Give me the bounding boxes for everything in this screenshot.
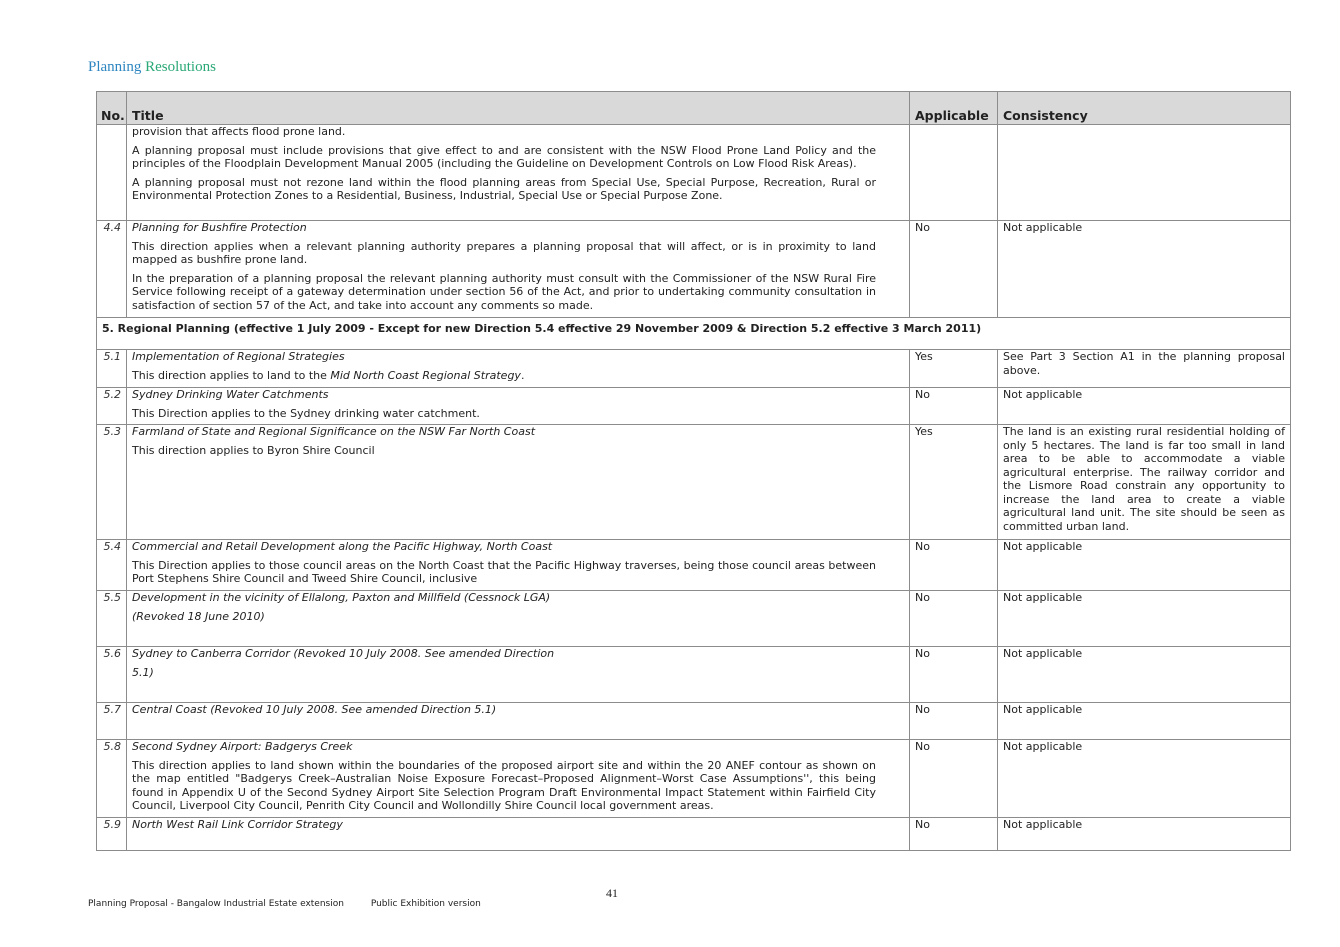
row-title-cell: Central Coast (Revoked 10 July 2008. See… bbox=[126, 702, 910, 740]
table-row: 5.6 Sydney to Canberra Corridor (Revoked… bbox=[96, 646, 1291, 703]
row-title-cell: Commercial and Retail Development along … bbox=[126, 539, 910, 591]
table-row: 5.7 Central Coast (Revoked 10 July 2008.… bbox=[96, 702, 1291, 740]
row-consistency: Not applicable bbox=[997, 739, 1291, 818]
row-number: 5.2 bbox=[96, 387, 127, 425]
row-number bbox=[96, 124, 127, 221]
row-text: A planning proposal must not rezone land… bbox=[132, 175, 876, 203]
col-header-no: No. bbox=[96, 91, 127, 125]
row-consistency: The land is an existing rural residentia… bbox=[997, 424, 1291, 540]
table-row: 5.2 Sydney Drinking Water Catchments Thi… bbox=[96, 387, 1291, 425]
row-title: Planning for Bushfire Protection bbox=[132, 221, 307, 234]
row-applicable: No bbox=[909, 539, 998, 591]
row-consistency: Not applicable bbox=[997, 387, 1291, 425]
row-title-cell: Farmland of State and Regional Significa… bbox=[126, 424, 910, 540]
row-consistency: Not applicable bbox=[997, 220, 1291, 318]
row-title-cell: Sydney to Canberra Corridor (Revoked 10 … bbox=[126, 646, 910, 703]
row-consistency: Not applicable bbox=[997, 817, 1291, 851]
row-title: Second Sydney Airport: Badgerys Creek bbox=[132, 740, 353, 753]
row-number: 5.3 bbox=[96, 424, 127, 540]
row-applicable: No bbox=[909, 646, 998, 703]
col-header-consistency: Consistency bbox=[997, 91, 1291, 125]
row-title: Development in the vicinity of Ellalong,… bbox=[132, 591, 551, 604]
row-number: 5.4 bbox=[96, 539, 127, 591]
row-applicable: No bbox=[909, 817, 998, 851]
row-title-cell: North West Rail Link Corridor Strategy bbox=[126, 817, 910, 851]
table-row: 4.4 Planning for Bushfire Protection Thi… bbox=[96, 220, 1291, 318]
row-title: Farmland of State and Regional Significa… bbox=[132, 425, 536, 438]
row-text: This Direction applies to those council … bbox=[132, 558, 876, 586]
page-number: 41 bbox=[606, 886, 618, 900]
table-row: 5.8 Second Sydney Airport: Badgerys Cree… bbox=[96, 739, 1291, 818]
row-applicable: No bbox=[909, 220, 998, 318]
col-header-title: Title bbox=[126, 91, 910, 125]
col-header-applicable: Applicable bbox=[909, 91, 998, 125]
row-applicable: No bbox=[909, 739, 998, 818]
row-number: 5.5 bbox=[96, 590, 127, 647]
row-text: This direction applies to Byron Shire Co… bbox=[132, 443, 375, 457]
row-text: (Revoked 18 June 2010) bbox=[132, 609, 265, 623]
row-text: 5.1) bbox=[132, 665, 154, 679]
footer-version: Public Exhibition version bbox=[370, 899, 481, 909]
row-applicable: Yes bbox=[909, 349, 998, 388]
row-title: Sydney Drinking Water Catchments bbox=[132, 388, 329, 401]
page-heading: Planning Resolutions bbox=[88, 59, 216, 76]
row-title-cell: Implementation of Regional Strategies Th… bbox=[126, 349, 910, 388]
row-number: 5.1 bbox=[96, 349, 127, 388]
row-consistency: Not applicable bbox=[997, 539, 1291, 591]
row-title: Commercial and Retail Development along … bbox=[132, 540, 553, 553]
row-consistency: Not applicable bbox=[997, 702, 1291, 740]
row-text: This direction applies to land to the Mi… bbox=[132, 369, 904, 383]
row-consistency: Not applicable bbox=[997, 646, 1291, 703]
table-row: 5.5 Development in the vicinity of Ellal… bbox=[96, 590, 1291, 647]
row-title: Sydney to Canberra Corridor (Revoked 10 … bbox=[132, 647, 555, 660]
section-row: 5. Regional Planning (effective 1 July 2… bbox=[96, 317, 1291, 350]
row-text: A planning proposal must include provisi… bbox=[132, 143, 876, 171]
table-header-row: No. Title Applicable Consistency bbox=[96, 91, 1291, 125]
row-text-part: . bbox=[520, 368, 525, 382]
row-title-cell: Planning for Bushfire Protection This di… bbox=[126, 220, 910, 318]
row-text: This Direction applies to the Sydney dri… bbox=[132, 406, 480, 420]
row-text-strategy: Mid North Coast Regional Strategy bbox=[330, 368, 521, 382]
table-row: provision that affects flood prone land.… bbox=[96, 124, 1291, 221]
row-number: 4.4 bbox=[96, 220, 127, 318]
row-text: In the preparation of a planning proposa… bbox=[132, 271, 876, 312]
row-applicable bbox=[909, 124, 998, 221]
row-title-cell: Second Sydney Airport: Badgerys Creek Th… bbox=[126, 739, 910, 818]
page-footer: Planning Proposal - Bangalow Industrial … bbox=[88, 899, 481, 909]
row-title: Central Coast (Revoked 10 July 2008. See… bbox=[132, 703, 497, 716]
row-number: 5.7 bbox=[96, 702, 127, 740]
footer-document-title: Planning Proposal - Bangalow Industrial … bbox=[88, 899, 344, 909]
section-heading: 5. Regional Planning (effective 1 July 2… bbox=[96, 317, 1291, 350]
row-number: 5.6 bbox=[96, 646, 127, 703]
heading-word-2: Resolutions bbox=[145, 59, 216, 75]
heading-word-1: Planning bbox=[88, 59, 142, 75]
row-applicable: Yes bbox=[909, 424, 998, 540]
row-text: provision that affects flood prone land. bbox=[132, 125, 346, 138]
row-title-cell: provision that affects flood prone land.… bbox=[126, 124, 910, 221]
row-title: North West Rail Link Corridor Strategy bbox=[132, 818, 343, 831]
row-applicable: No bbox=[909, 590, 998, 647]
row-consistency: See Part 3 Section A1 in the planning pr… bbox=[997, 349, 1291, 388]
row-title-cell: Development in the vicinity of Ellalong,… bbox=[126, 590, 910, 647]
row-consistency: Not applicable bbox=[997, 590, 1291, 647]
row-text: This direction applies when a relevant p… bbox=[132, 239, 876, 267]
table-row: 5.1 Implementation of Regional Strategie… bbox=[96, 349, 1291, 388]
row-applicable: No bbox=[909, 387, 998, 425]
row-title-cell: Sydney Drinking Water Catchments This Di… bbox=[126, 387, 910, 425]
row-title: Implementation of Regional Strategies bbox=[132, 350, 345, 363]
row-text: This direction applies to land shown wit… bbox=[132, 758, 876, 813]
row-number: 5.8 bbox=[96, 739, 127, 818]
row-number: 5.9 bbox=[96, 817, 127, 851]
table-row: 5.9 North West Rail Link Corridor Strate… bbox=[96, 817, 1291, 851]
table-row: 5.3 Farmland of State and Regional Signi… bbox=[96, 424, 1291, 540]
directions-table: No. Title Applicable Consistency provisi… bbox=[96, 91, 1291, 851]
table-row: 5.4 Commercial and Retail Development al… bbox=[96, 539, 1291, 591]
row-consistency bbox=[997, 124, 1291, 221]
row-applicable: No bbox=[909, 702, 998, 740]
row-text-part: This direction applies to land to the bbox=[132, 368, 331, 382]
